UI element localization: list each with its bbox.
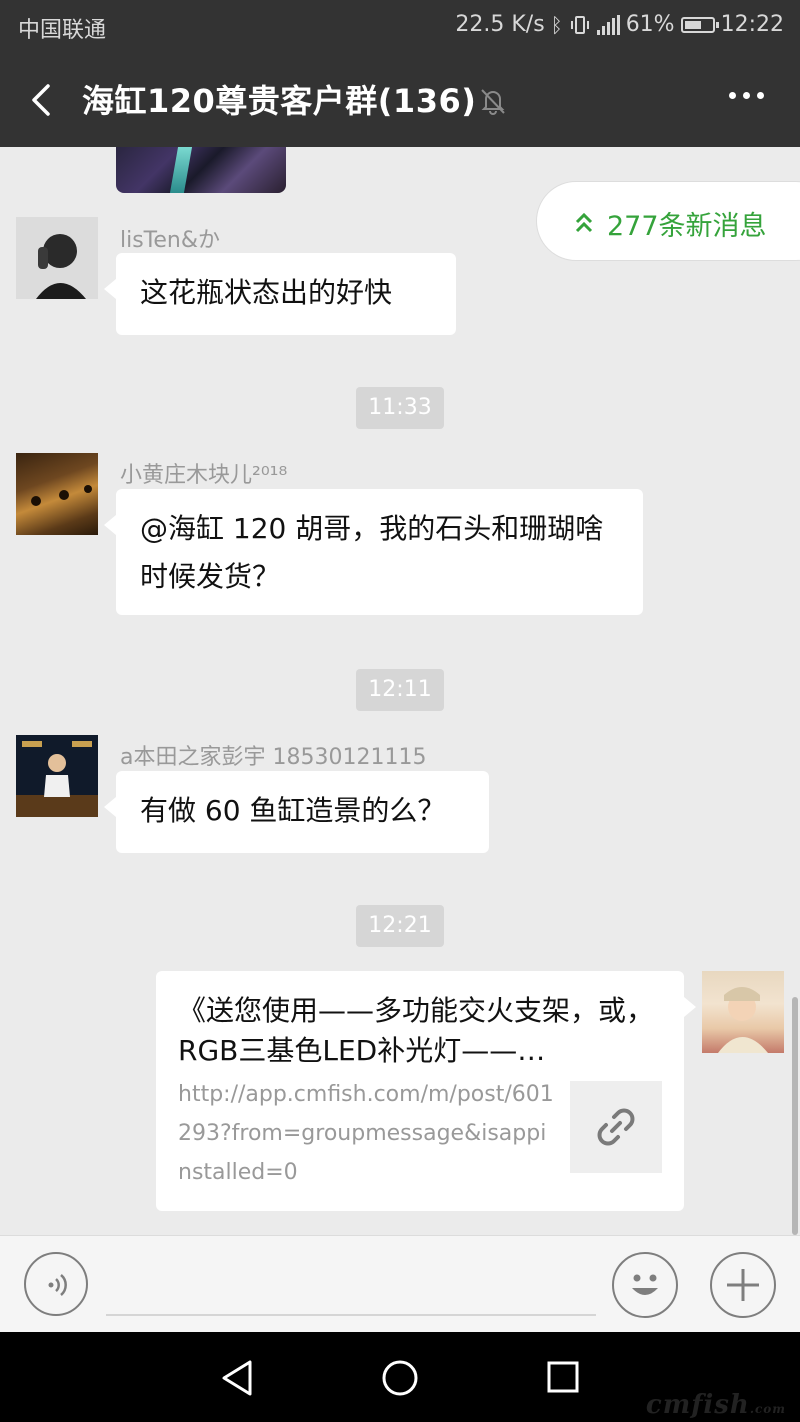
watermark-suffix: .com (749, 1402, 786, 1416)
link-thumbnail (570, 1081, 662, 1173)
sender-name: lisTen&か (120, 228, 221, 253)
shared-image-message[interactable] (116, 147, 286, 193)
timestamp: 12:11 (356, 669, 444, 711)
voice-button[interactable] (24, 1252, 88, 1316)
status-bar: 中国联通 22.5 K/s ᛒ 61% 12:22 (0, 0, 800, 52)
new-messages-label: 277条新消息 (607, 211, 767, 242)
timestamp: 12:21 (356, 905, 444, 947)
chat-header: 海缸120尊贵客户群(136) (0, 52, 800, 147)
emoji-icon (632, 1274, 658, 1295)
sender-name: 小黄庄木块儿²⁰¹⁸ (120, 463, 288, 488)
input-bar (0, 1235, 800, 1332)
watermark-brand: cmfish (645, 1390, 750, 1420)
watermark: cmfish.com (646, 1390, 786, 1420)
battery-icon (680, 16, 719, 33)
clock: 12:22 (720, 12, 784, 37)
muted-bell-icon (481, 89, 505, 115)
emoji-button[interactable] (612, 1252, 678, 1318)
avatar[interactable] (16, 217, 98, 299)
chat-area[interactable]: 277条新消息 lisTen&か 这花瓶状态出的好快 11:33 小黄庄木块儿²… (0, 147, 800, 1235)
chat-title: 海缸120尊贵客户群(136) (82, 82, 477, 120)
avatar[interactable] (16, 735, 98, 817)
carrier-name: 中国联通 (18, 18, 107, 43)
timestamp: 11:33 (356, 387, 444, 429)
battery-percent: 61% (625, 12, 675, 37)
double-chevron-up-icon (575, 212, 593, 233)
message-bubble[interactable]: 有做 60 鱼缸造景的么？ (104, 771, 489, 853)
plus-icon (727, 1269, 759, 1301)
nav-recent-square-icon[interactable] (546, 1360, 580, 1394)
status-bar-right: 22.5 K/s ᛒ 61% 12:22 (455, 12, 784, 37)
avatar[interactable] (16, 453, 98, 535)
signal-icon (596, 14, 620, 35)
system-nav-bar: cmfish.com (0, 1332, 800, 1422)
message-bubble[interactable]: @海缸 120 胡哥，我的石头和珊瑚啥时候发货？ (104, 489, 643, 615)
nav-back-triangle-icon[interactable] (218, 1358, 254, 1398)
message-bubble[interactable]: 这花瓶状态出的好快 (104, 253, 456, 335)
link-title: 《送您使用——多功能交火支架，或，RGB三基色LED补光灯——… (178, 994, 655, 1067)
link-icon (597, 1108, 635, 1146)
more-dots-icon[interactable] (729, 92, 764, 99)
my-avatar[interactable] (702, 971, 784, 1053)
network-speed: 22.5 K/s (455, 12, 545, 37)
back-arrow-icon[interactable] (24, 80, 64, 120)
nav-home-circle-icon[interactable] (380, 1358, 420, 1398)
vibrate-icon (570, 15, 589, 34)
bluetooth-icon: ᛒ (550, 12, 563, 37)
link-card-message[interactable]: 《送您使用——多功能交火支架，或，RGB三基色LED补光灯——… http://… (156, 971, 696, 1211)
sender-name: a本田之家彭宇 18530121115 (120, 745, 427, 770)
link-url: http://app.cmfish.com/m/post/601293?from… (178, 1082, 554, 1185)
more-functions-button[interactable] (710, 1252, 776, 1318)
voice-icon (48, 1274, 67, 1296)
new-messages-button[interactable]: 277条新消息 (536, 181, 800, 261)
message-input[interactable] (106, 1256, 596, 1316)
scrollbar[interactable] (792, 997, 798, 1235)
